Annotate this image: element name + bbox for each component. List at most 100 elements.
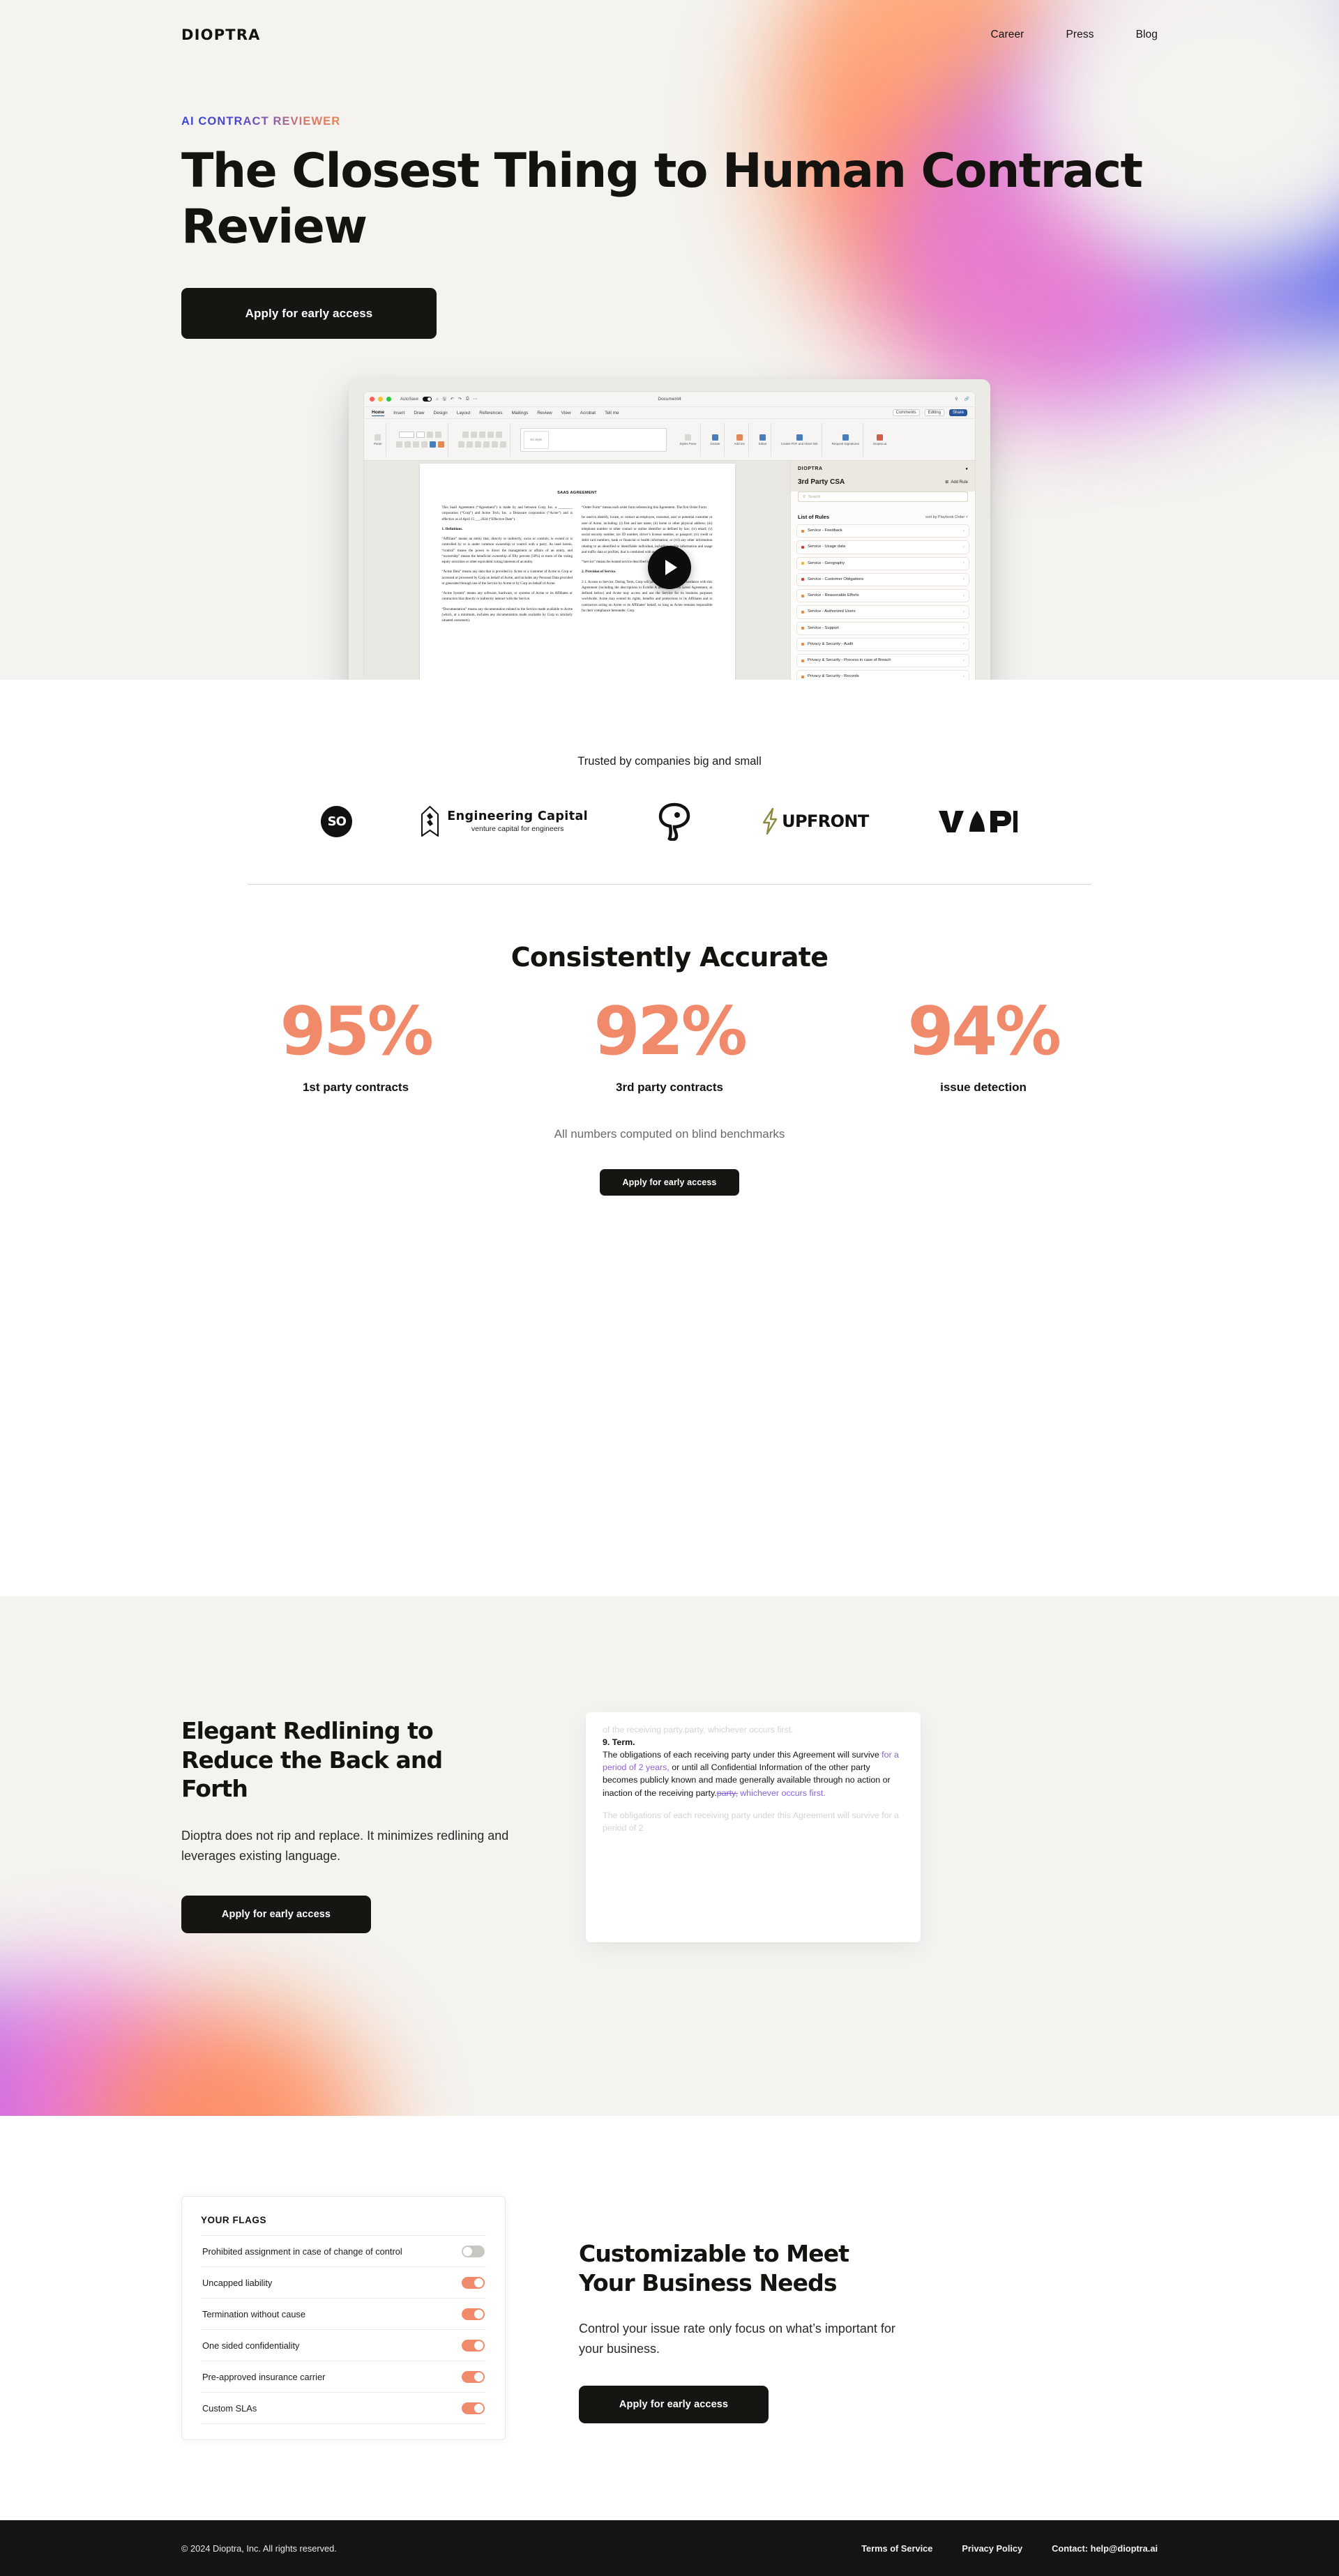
brand-logo[interactable]: DIOPTRA: [181, 26, 261, 43]
undo-icon[interactable]: ↶: [451, 397, 454, 402]
multilevel-list-icon[interactable]: [478, 432, 485, 439]
list-item[interactable]: Service - Feedback ›: [796, 524, 969, 538]
redline-ghost-top: of the receiving party.party, whichever …: [603, 1725, 794, 1735]
product-video[interactable]: AutoSave ⌂ 🖫 ↶ ↷ ⎙ ⋯ Document4 ⚲ 🔗 Home …: [349, 379, 990, 680]
play-button[interactable]: [648, 546, 691, 590]
font-size-input[interactable]: [416, 432, 425, 439]
request-signatures-icon[interactable]: [842, 434, 849, 441]
redo-icon[interactable]: ↷: [458, 397, 462, 402]
ribbon-tab-layout[interactable]: Layout: [457, 411, 471, 416]
list-item[interactable]: Service - Authorized Users ›: [796, 605, 969, 619]
sort-icon[interactable]: [495, 432, 502, 439]
font-color-icon[interactable]: [429, 441, 436, 448]
engineering-capital-name: Engineering Capital: [447, 809, 589, 823]
flag-row: Termination without cause: [201, 2298, 486, 2329]
underline-icon[interactable]: [412, 441, 419, 448]
italic-icon[interactable]: [404, 441, 411, 448]
line-spacing-icon[interactable]: [491, 441, 498, 448]
font-name-input[interactable]: [398, 432, 414, 439]
styles-pane-icon[interactable]: [685, 434, 692, 441]
ribbon-tab-tell-me[interactable]: Tell me: [605, 411, 619, 416]
bold-icon[interactable]: [395, 441, 402, 448]
link-icon[interactable]: 🔗: [964, 397, 969, 402]
apply-early-access-button-stats[interactable]: Apply for early access: [600, 1169, 739, 1196]
align-right-icon[interactable]: [474, 441, 481, 448]
flag-label: Prohibited assignment in case of change …: [202, 2246, 402, 2257]
ribbon-tab-mailings[interactable]: Mailings: [512, 411, 529, 416]
shading-icon[interactable]: [499, 441, 506, 448]
flag-toggle[interactable]: [462, 2340, 485, 2352]
home-icon[interactable]: ⌂: [436, 397, 439, 402]
panel-search-input[interactable]: Search: [808, 495, 820, 499]
paste-icon[interactable]: [375, 434, 381, 441]
shrink-font-icon[interactable]: [434, 432, 441, 439]
nav-link-press[interactable]: Press: [1066, 29, 1094, 41]
ribbon-tab-insert[interactable]: Insert: [393, 411, 404, 416]
autosave-toggle[interactable]: [423, 397, 432, 402]
numbering-icon[interactable]: [470, 432, 477, 439]
ribbon-tab-home[interactable]: Home: [372, 410, 385, 416]
flag-toggle[interactable]: [462, 2246, 485, 2257]
panel-avatar-icon[interactable]: ●: [965, 467, 968, 471]
highlight-icon[interactable]: [437, 441, 444, 448]
doc-paragraph: 1. Definitions.: [441, 526, 463, 531]
close-icon[interactable]: [370, 397, 375, 402]
maximize-icon[interactable]: [386, 397, 391, 402]
list-item[interactable]: Service - Support ›: [796, 621, 969, 635]
grow-font-icon[interactable]: [426, 432, 433, 439]
bullets-icon[interactable]: [462, 432, 469, 439]
footer-link-terms[interactable]: Terms of Service: [861, 2543, 932, 2554]
flag-label: Pre-approved insurance carrier: [202, 2372, 326, 2382]
share-button[interactable]: Share: [948, 409, 967, 417]
flag-toggle[interactable]: [462, 2308, 485, 2320]
list-item[interactable]: Service - Customer Obligations ›: [796, 572, 969, 587]
styles-gallery[interactable]: No Style: [520, 427, 667, 452]
ribbon-tab-acrobat[interactable]: Acrobat: [580, 411, 596, 416]
more-icon[interactable]: ⋯: [474, 397, 478, 402]
apply-early-access-button-customization[interactable]: Apply for early access: [579, 2386, 769, 2424]
logo-upfront: UPFRONT: [761, 807, 869, 835]
print-icon[interactable]: ⎙: [466, 397, 469, 402]
flag-toggle[interactable]: [462, 2402, 485, 2414]
list-item[interactable]: Service - Geography ›: [796, 556, 969, 570]
editor-icon[interactable]: [759, 434, 766, 441]
ribbon-tab-references[interactable]: References: [479, 411, 502, 416]
dioptra-addin-icon[interactable]: [877, 434, 884, 441]
add-rule-button[interactable]: ⊞ Add Rule: [945, 480, 968, 485]
apply-early-access-button-hero[interactable]: Apply for early access: [181, 288, 437, 340]
search-icon[interactable]: ⚲: [955, 397, 958, 402]
strikethrough-icon[interactable]: [421, 441, 428, 448]
align-left-icon[interactable]: [457, 441, 464, 448]
list-item[interactable]: Privacy & Security - Records ›: [796, 670, 969, 680]
rule-label: Service - Geography: [808, 561, 845, 565]
nav-link-blog[interactable]: Blog: [1136, 29, 1158, 41]
minimize-icon[interactable]: [378, 397, 383, 402]
list-item[interactable]: Service - Usage data ›: [796, 540, 969, 554]
flag-toggle[interactable]: [462, 2277, 485, 2289]
ribbon-tab-view[interactable]: View: [561, 411, 571, 416]
style-no-style[interactable]: No Style: [523, 430, 549, 449]
flag-toggle[interactable]: [462, 2371, 485, 2383]
footer-link-contact[interactable]: Contact: help@dioptra.ai: [1052, 2543, 1158, 2554]
doc-paragraph: 2. Provision of Service.: [582, 570, 616, 574]
apply-early-access-button-redlining[interactable]: Apply for early access: [181, 1896, 371, 1934]
comments-button[interactable]: Comments: [892, 409, 920, 417]
ribbon-tab-review[interactable]: Review: [537, 411, 552, 416]
ribbon-tab-draw[interactable]: Draw: [414, 411, 424, 416]
align-center-icon[interactable]: [466, 441, 473, 448]
ribbon-tab-design[interactable]: Design: [434, 411, 448, 416]
list-item[interactable]: Privacy & Security - Audit ›: [796, 637, 969, 651]
nav-link-career[interactable]: Career: [990, 29, 1024, 41]
indent-icon[interactable]: [487, 432, 494, 439]
justify-icon[interactable]: [483, 441, 490, 448]
footer-link-privacy[interactable]: Privacy Policy: [962, 2543, 1022, 2554]
upfront-wordmark: UPFRONT: [782, 811, 869, 831]
list-item[interactable]: Privacy & Security - Process in case of …: [796, 653, 969, 668]
rules-sort-control[interactable]: sort by Playbook Order ˅: [925, 515, 968, 519]
add-ins-icon[interactable]: [736, 434, 743, 441]
dictate-icon[interactable]: [712, 434, 719, 441]
save-icon[interactable]: 🖫: [443, 396, 446, 403]
editing-button[interactable]: Editing: [924, 409, 944, 417]
list-item[interactable]: Service - Reasonable Efforts ›: [796, 589, 969, 603]
create-pdf-icon[interactable]: [796, 434, 803, 441]
